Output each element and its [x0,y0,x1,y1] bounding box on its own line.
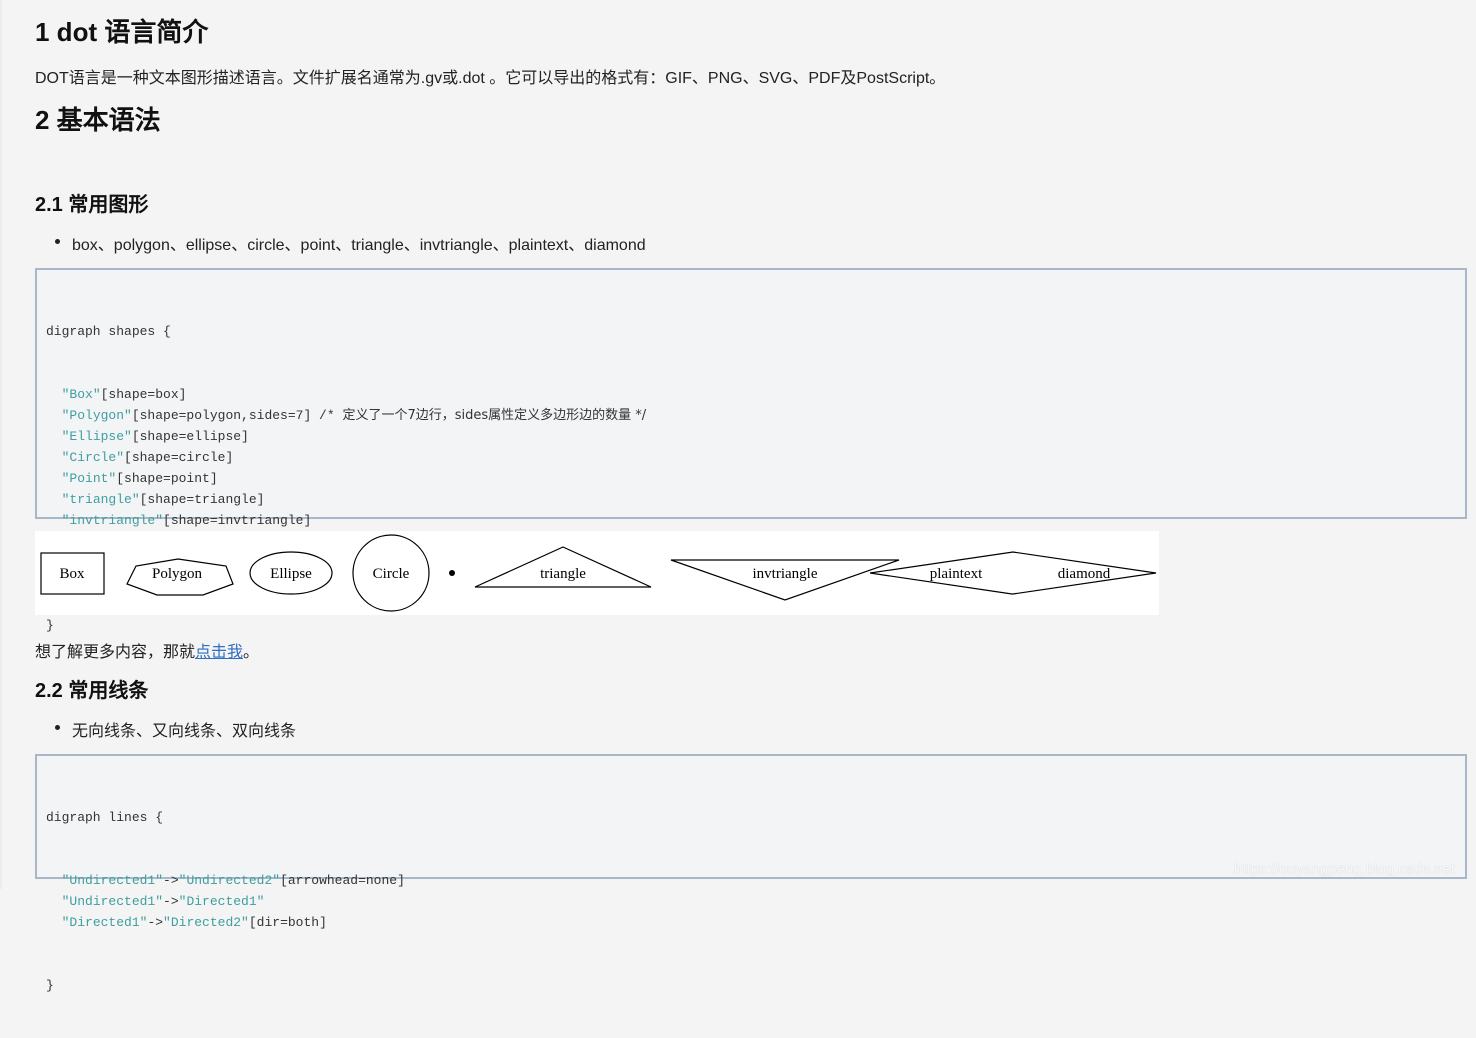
diamond-shape [869,551,1157,595]
code-string: "Point" [61,471,117,486]
code-string: "Ellipse" [61,429,132,444]
code-line: "triangle"[shape=triangle] [46,489,1465,510]
click-me-link[interactable]: 点击我 [195,644,243,661]
code-line: digraph shapes { [46,324,171,339]
heading-common-lines: 2.2 常用线条 [35,680,149,702]
code-token: -> [147,915,164,930]
box-label: Box [59,566,85,582]
code-string: "Directed1" [61,915,148,930]
circle-label: Circle [373,566,410,582]
list-item: box、polygon、ellipse、circle、point、triangl… [35,231,646,255]
code-attributes: [shape=point] [116,471,218,486]
more-info-prefix: 想了解更多内容，那就 [35,644,196,661]
code-string: "Polygon" [61,408,132,423]
code-string: "Box" [61,387,101,402]
plaintext-label: plaintext [930,566,983,582]
code-string: "invtriangle" [61,513,164,528]
code-token: -> [163,894,179,909]
code-comment: 定义了一个7边行，sides属性定义多边形边的数量 */ [342,408,647,423]
watermark: https://ouyangpeng.blog.csdn.net [1234,861,1456,878]
intro-paragraph: DOT语言是一种文本图形描述语言。文件扩展名通常为.gv或.dot 。它可以导出… [35,70,946,87]
more-info-suffix: 。 [243,644,260,661]
code-line: digraph lines { [46,810,164,825]
code-line: "invtriangle"[shape=invtriangle] [46,510,1465,531]
point-shape [449,570,455,576]
code-string: "Undirected2" [178,873,281,888]
code-string: "Directed2" [163,915,249,930]
code-line: } [46,618,54,633]
code-attributes: [shape=polygon,sides=7] /* [131,408,343,423]
code-line: "Point"[shape=point] [46,468,1465,489]
diamond-label: diamond [1058,566,1111,582]
article-page: 1 dot 语言简介 DOT语言是一种文本图形描述语言。文件扩展名通常为.gv或… [0,0,1476,993]
code-line: "Polygon"[shape=polygon,sides=7] /* 定义了一… [46,405,1465,426]
shapes-bullet-list: box、polygon、ellipse、circle、point、triangl… [35,231,646,255]
polygon-label: Polygon [152,566,203,582]
code-line: } [46,978,54,993]
code-line: "Circle"[shape=circle] [46,447,1465,468]
code-token: -> [163,873,179,888]
code-line: "Undirected1"->"Directed1" [46,891,1465,912]
code-block-shapes[interactable]: digraph shapes { "Box"[shape=box] "Polyg… [35,268,1467,633]
more-info-paragraph: 想了解更多内容，那就点击我。 [35,638,259,662]
shapes-diagram-svg: Box Polygon Ellipse Circle triangle invt… [40,534,1157,612]
code-token: [arrowhead=none] [280,873,405,888]
code-string: "Undirected1" [61,894,164,909]
code-attributes: [shape=invtriangle] [163,513,312,528]
code-line: "Box"[shape=box] [46,384,1465,405]
code-string: "Undirected1" [61,873,164,888]
code-string: "Circle" [61,450,125,465]
code-attributes: [shape=ellipse] [131,429,249,444]
shapes-diagram: Box Polygon Ellipse Circle triangle invt… [35,531,1159,615]
code-attributes: [shape=circle] [124,450,234,465]
triangle-label: triangle [540,566,586,582]
heading-basic-syntax: 2 基本语法 [35,105,161,135]
code-attributes: [shape=triangle] [139,492,265,507]
code-string: "Directed1" [178,894,265,909]
code-attributes: [shape=box] [100,387,187,402]
code-token: [dir=both] [248,915,327,930]
ellipse-label: Ellipse [270,566,312,582]
code-line: "Ellipse"[shape=ellipse] [46,426,1465,447]
list-item: 无向线条、又向线条、双向线条 [35,717,296,741]
code-string: "triangle" [61,492,140,507]
lines-bullet-list: 无向线条、又向线条、双向线条 [35,717,296,741]
heading-dot-intro: 1 dot 语言简介 [35,17,209,47]
invtriangle-label: invtriangle [753,566,818,582]
code-line: "Directed1"->"Directed2"[dir=both] [46,912,1465,933]
heading-common-shapes: 2.1 常用图形 [35,194,149,216]
